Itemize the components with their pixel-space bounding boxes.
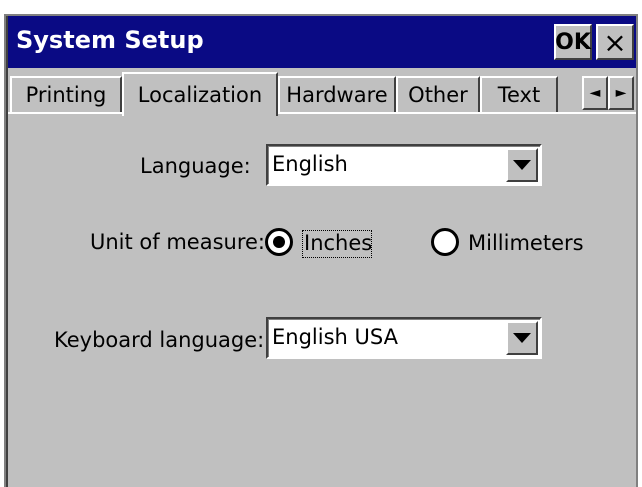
millimeters-label[interactable]: Millimeters <box>468 231 584 255</box>
tab-scroll-left-button[interactable]: ◄ <box>582 76 608 110</box>
unit-of-measure-label: Unit of measure: <box>90 230 266 254</box>
inches-label[interactable]: Inches <box>304 231 372 255</box>
tab-other[interactable]: Other <box>396 76 480 112</box>
keyboard-language-value: English USA <box>272 325 398 349</box>
tab-hardware[interactable]: Hardware <box>278 76 396 112</box>
tab-printing[interactable]: Printing <box>10 76 122 112</box>
keyboard-language-label: Keyboard language: <box>54 328 265 352</box>
tab-label: Hardware <box>286 83 388 107</box>
tab-label: Text <box>497 83 541 107</box>
tab-scroll-right-button[interactable]: ► <box>608 76 634 110</box>
window-frame-right <box>636 16 638 487</box>
language-dropdown-button[interactable] <box>506 148 538 182</box>
radio-selected-dot <box>273 236 285 248</box>
chevron-down-icon <box>513 160 531 170</box>
arrow-right-icon: ► <box>615 85 627 101</box>
tab-strip: Printing Localization Hardware Other Tex… <box>8 68 636 116</box>
language-dropdown[interactable]: English <box>266 144 542 186</box>
window-title: System Setup <box>16 26 204 54</box>
close-button[interactable]: × <box>596 24 634 60</box>
chevron-down-icon <box>513 333 531 343</box>
outer-margin-top <box>0 0 642 14</box>
system-setup-window: System Setup OK × Printing Localization … <box>0 0 642 487</box>
ok-button[interactable]: OK <box>554 24 592 60</box>
tab-label: Other <box>408 83 468 107</box>
language-value: English <box>272 152 348 176</box>
tab-localization[interactable]: Localization <box>122 72 278 116</box>
keyboard-language-dropdown[interactable]: English USA <box>266 317 542 359</box>
close-icon: × <box>603 25 627 59</box>
inches-radio[interactable] <box>265 228 293 256</box>
tab-label: Localization <box>137 83 263 107</box>
language-label: Language: <box>140 154 251 178</box>
tab-text[interactable]: Text <box>480 76 558 112</box>
keyboard-language-dropdown-button[interactable] <box>506 321 538 355</box>
tab-label: Printing <box>25 83 107 107</box>
title-bar: System Setup OK × <box>8 16 636 68</box>
millimeters-radio[interactable] <box>431 228 459 256</box>
localization-panel: Language: English Unit of measure: Inche… <box>8 116 636 487</box>
outer-margin-right <box>638 0 642 487</box>
arrow-left-icon: ◄ <box>589 85 601 101</box>
tab-strip-baseline <box>8 112 636 114</box>
